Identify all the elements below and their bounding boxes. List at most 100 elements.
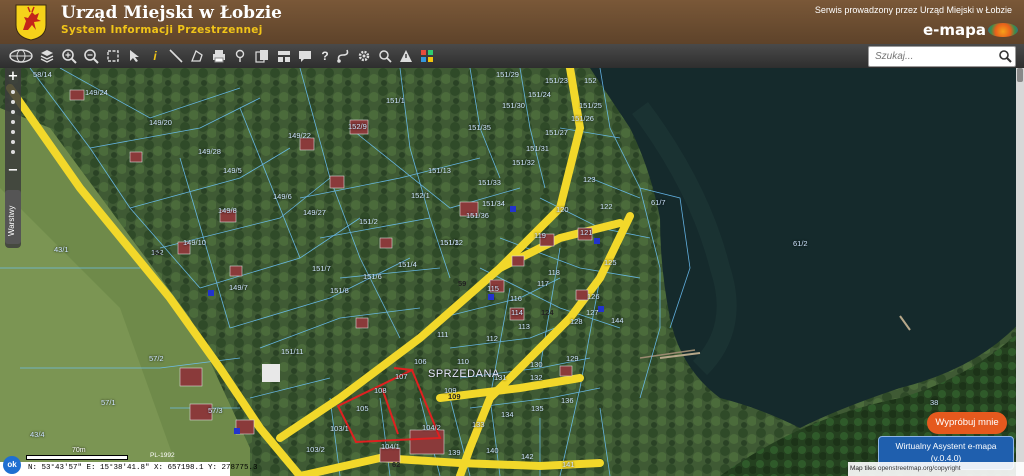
parcel-label[interactable]: 152/1 — [411, 191, 430, 200]
road-label[interactable]: 62 — [392, 460, 400, 469]
parcel-label[interactable]: 149/10 — [183, 238, 206, 247]
search-input[interactable] — [875, 49, 993, 63]
attribution-osm-link[interactable]: openstreetmap.org/copyright — [878, 465, 961, 472]
parcel-label[interactable]: 149/20 — [149, 118, 172, 127]
parcel-label[interactable]: 113 — [518, 322, 530, 331]
map-scrollbar[interactable] — [1016, 68, 1024, 476]
parcel-label[interactable]: 106 — [414, 357, 427, 366]
parcel-label[interactable]: 151/33 — [478, 178, 501, 187]
parcel-label[interactable]: 134 — [501, 410, 514, 419]
arrow-left-icon[interactable] — [125, 47, 143, 65]
zoom-level-dot[interactable] — [11, 110, 15, 114]
parcel-label[interactable]: 151/24 — [528, 90, 551, 99]
measure-area-icon[interactable] — [188, 47, 206, 65]
parcel-label[interactable]: 151/23 — [545, 76, 568, 85]
zoom-level-dot[interactable] — [11, 130, 15, 134]
parcel-label[interactable]: 149/5 — [223, 166, 242, 175]
grid-icon[interactable] — [418, 47, 436, 65]
parcel-label[interactable]: 151/2 — [359, 217, 378, 226]
parcel-label[interactable]: 151/13 — [428, 166, 451, 175]
parcel-label[interactable]: 135 — [531, 404, 544, 413]
comment-icon[interactable] — [296, 47, 314, 65]
parcel-label[interactable]: 152/9 — [348, 122, 367, 131]
emapa-logo-icon[interactable] — [988, 23, 1018, 37]
parcel-label[interactable]: 151/29 — [496, 70, 519, 79]
brand-label[interactable]: e-mapa — [923, 21, 986, 39]
search-icon[interactable] — [998, 49, 1012, 63]
parcel-label[interactable]: 57/2 — [149, 354, 164, 363]
parcel-label[interactable]: 139 — [448, 448, 461, 457]
route-icon[interactable] — [334, 47, 352, 65]
parcel-label[interactable]: 151/34 — [482, 199, 505, 208]
parcel-label[interactable]: 58/14 — [33, 70, 52, 79]
layers-tab[interactable]: Warstwy — [5, 190, 21, 244]
parcel-label[interactable]: 105 — [356, 404, 369, 413]
zoom-in-button[interactable]: + — [5, 70, 21, 84]
parcel-label[interactable]: 38 — [930, 398, 938, 407]
parcel-label[interactable]: 119 — [534, 231, 546, 240]
parcel-label[interactable]: 149/7 — [229, 283, 248, 292]
parcel-label[interactable]: 107 — [395, 372, 408, 381]
parcel-label[interactable]: 151/1 — [386, 96, 405, 105]
road-label[interactable]: 52 — [153, 248, 161, 257]
export-icon[interactable] — [275, 47, 293, 65]
zoom-level-dot[interactable] — [11, 100, 15, 104]
parcel-label[interactable]: 151/25 — [579, 101, 602, 110]
parcel-label[interactable]: 129 — [566, 354, 579, 363]
parcel-label[interactable]: 110 — [457, 357, 469, 366]
pin-icon[interactable] — [231, 47, 249, 65]
parcel-label[interactable]: 149/22 — [288, 131, 311, 140]
parcel-label[interactable]: 43/4 — [30, 430, 45, 439]
parcel-label[interactable]: 111 — [437, 330, 448, 339]
measure-line-icon[interactable] — [167, 47, 185, 65]
parcel-label[interactable]: 149/28 — [198, 147, 221, 156]
parcel-label[interactable]: 118 — [548, 268, 560, 277]
parcel-label[interactable]: 151/32 — [512, 158, 535, 167]
road-label[interactable]: 124 — [541, 308, 554, 317]
parcel-label[interactable]: 120 — [556, 205, 569, 214]
parcel-label[interactable]: 151/27 — [545, 128, 568, 137]
road-label[interactable]: 109 — [448, 392, 461, 401]
ok-button[interactable]: ok — [3, 456, 21, 474]
parcel-label[interactable]: 132 — [530, 373, 543, 382]
help-icon[interactable]: ? — [316, 47, 334, 65]
parcel-label[interactable]: 112 — [486, 334, 498, 343]
parcel-label[interactable]: 144 — [611, 316, 624, 325]
parcel-label[interactable]: 114 — [511, 308, 523, 317]
parcel-label[interactable]: 103/2 — [306, 445, 325, 454]
copy-icon[interactable] — [253, 47, 271, 65]
parcel-label[interactable]: 103/1 — [330, 424, 349, 433]
parcel-label[interactable]: 149/27 — [303, 208, 326, 217]
parcel-label[interactable]: 57/1 — [101, 398, 116, 407]
layers-icon[interactable] — [38, 47, 56, 65]
search-map-icon[interactable] — [376, 47, 394, 65]
parcel-label[interactable]: 149/8 — [218, 206, 237, 215]
parcel-label[interactable]: 152 — [584, 76, 597, 85]
parcel-label[interactable]: 151/35 — [468, 123, 491, 132]
parcel-label[interactable]: 151/7 — [312, 264, 331, 273]
parcel-label[interactable]: 127 — [586, 308, 599, 317]
warning-icon[interactable] — [397, 47, 415, 65]
zoom-extent-icon[interactable] — [104, 47, 122, 65]
try-me-button[interactable]: Wypróbuj mnie — [927, 412, 1007, 434]
parcel-label[interactable]: 116 — [510, 294, 522, 303]
parcel-label[interactable]: 126 — [587, 292, 600, 301]
parcel-label[interactable]: 61/7 — [651, 198, 666, 207]
zoom-out-icon[interactable] — [82, 47, 100, 65]
parcel-label[interactable]: 104/2 — [422, 423, 441, 432]
parcel-label[interactable]: 104/1 — [381, 442, 400, 451]
parcel-label[interactable]: 61/2 — [793, 239, 808, 248]
print-icon[interactable] — [210, 47, 228, 65]
parcel-label[interactable]: 125 — [604, 258, 617, 267]
settings-icon[interactable] — [355, 47, 373, 65]
parcel-label[interactable]: 151/31 — [526, 144, 549, 153]
parcel-label[interactable]: 128 — [570, 317, 583, 326]
parcel-label[interactable]: 136 — [561, 396, 574, 405]
zoom-in-icon[interactable] — [60, 47, 78, 65]
parcel-label[interactable]: 121 — [580, 228, 593, 237]
parcel-label[interactable]: 149/6 — [273, 192, 292, 201]
info-icon[interactable]: i — [146, 47, 164, 65]
parcel-label[interactable]: 151/4 — [398, 260, 417, 269]
parcel-label[interactable]: 141 — [562, 460, 575, 469]
parcel-label[interactable]: 151/30 — [502, 101, 525, 110]
